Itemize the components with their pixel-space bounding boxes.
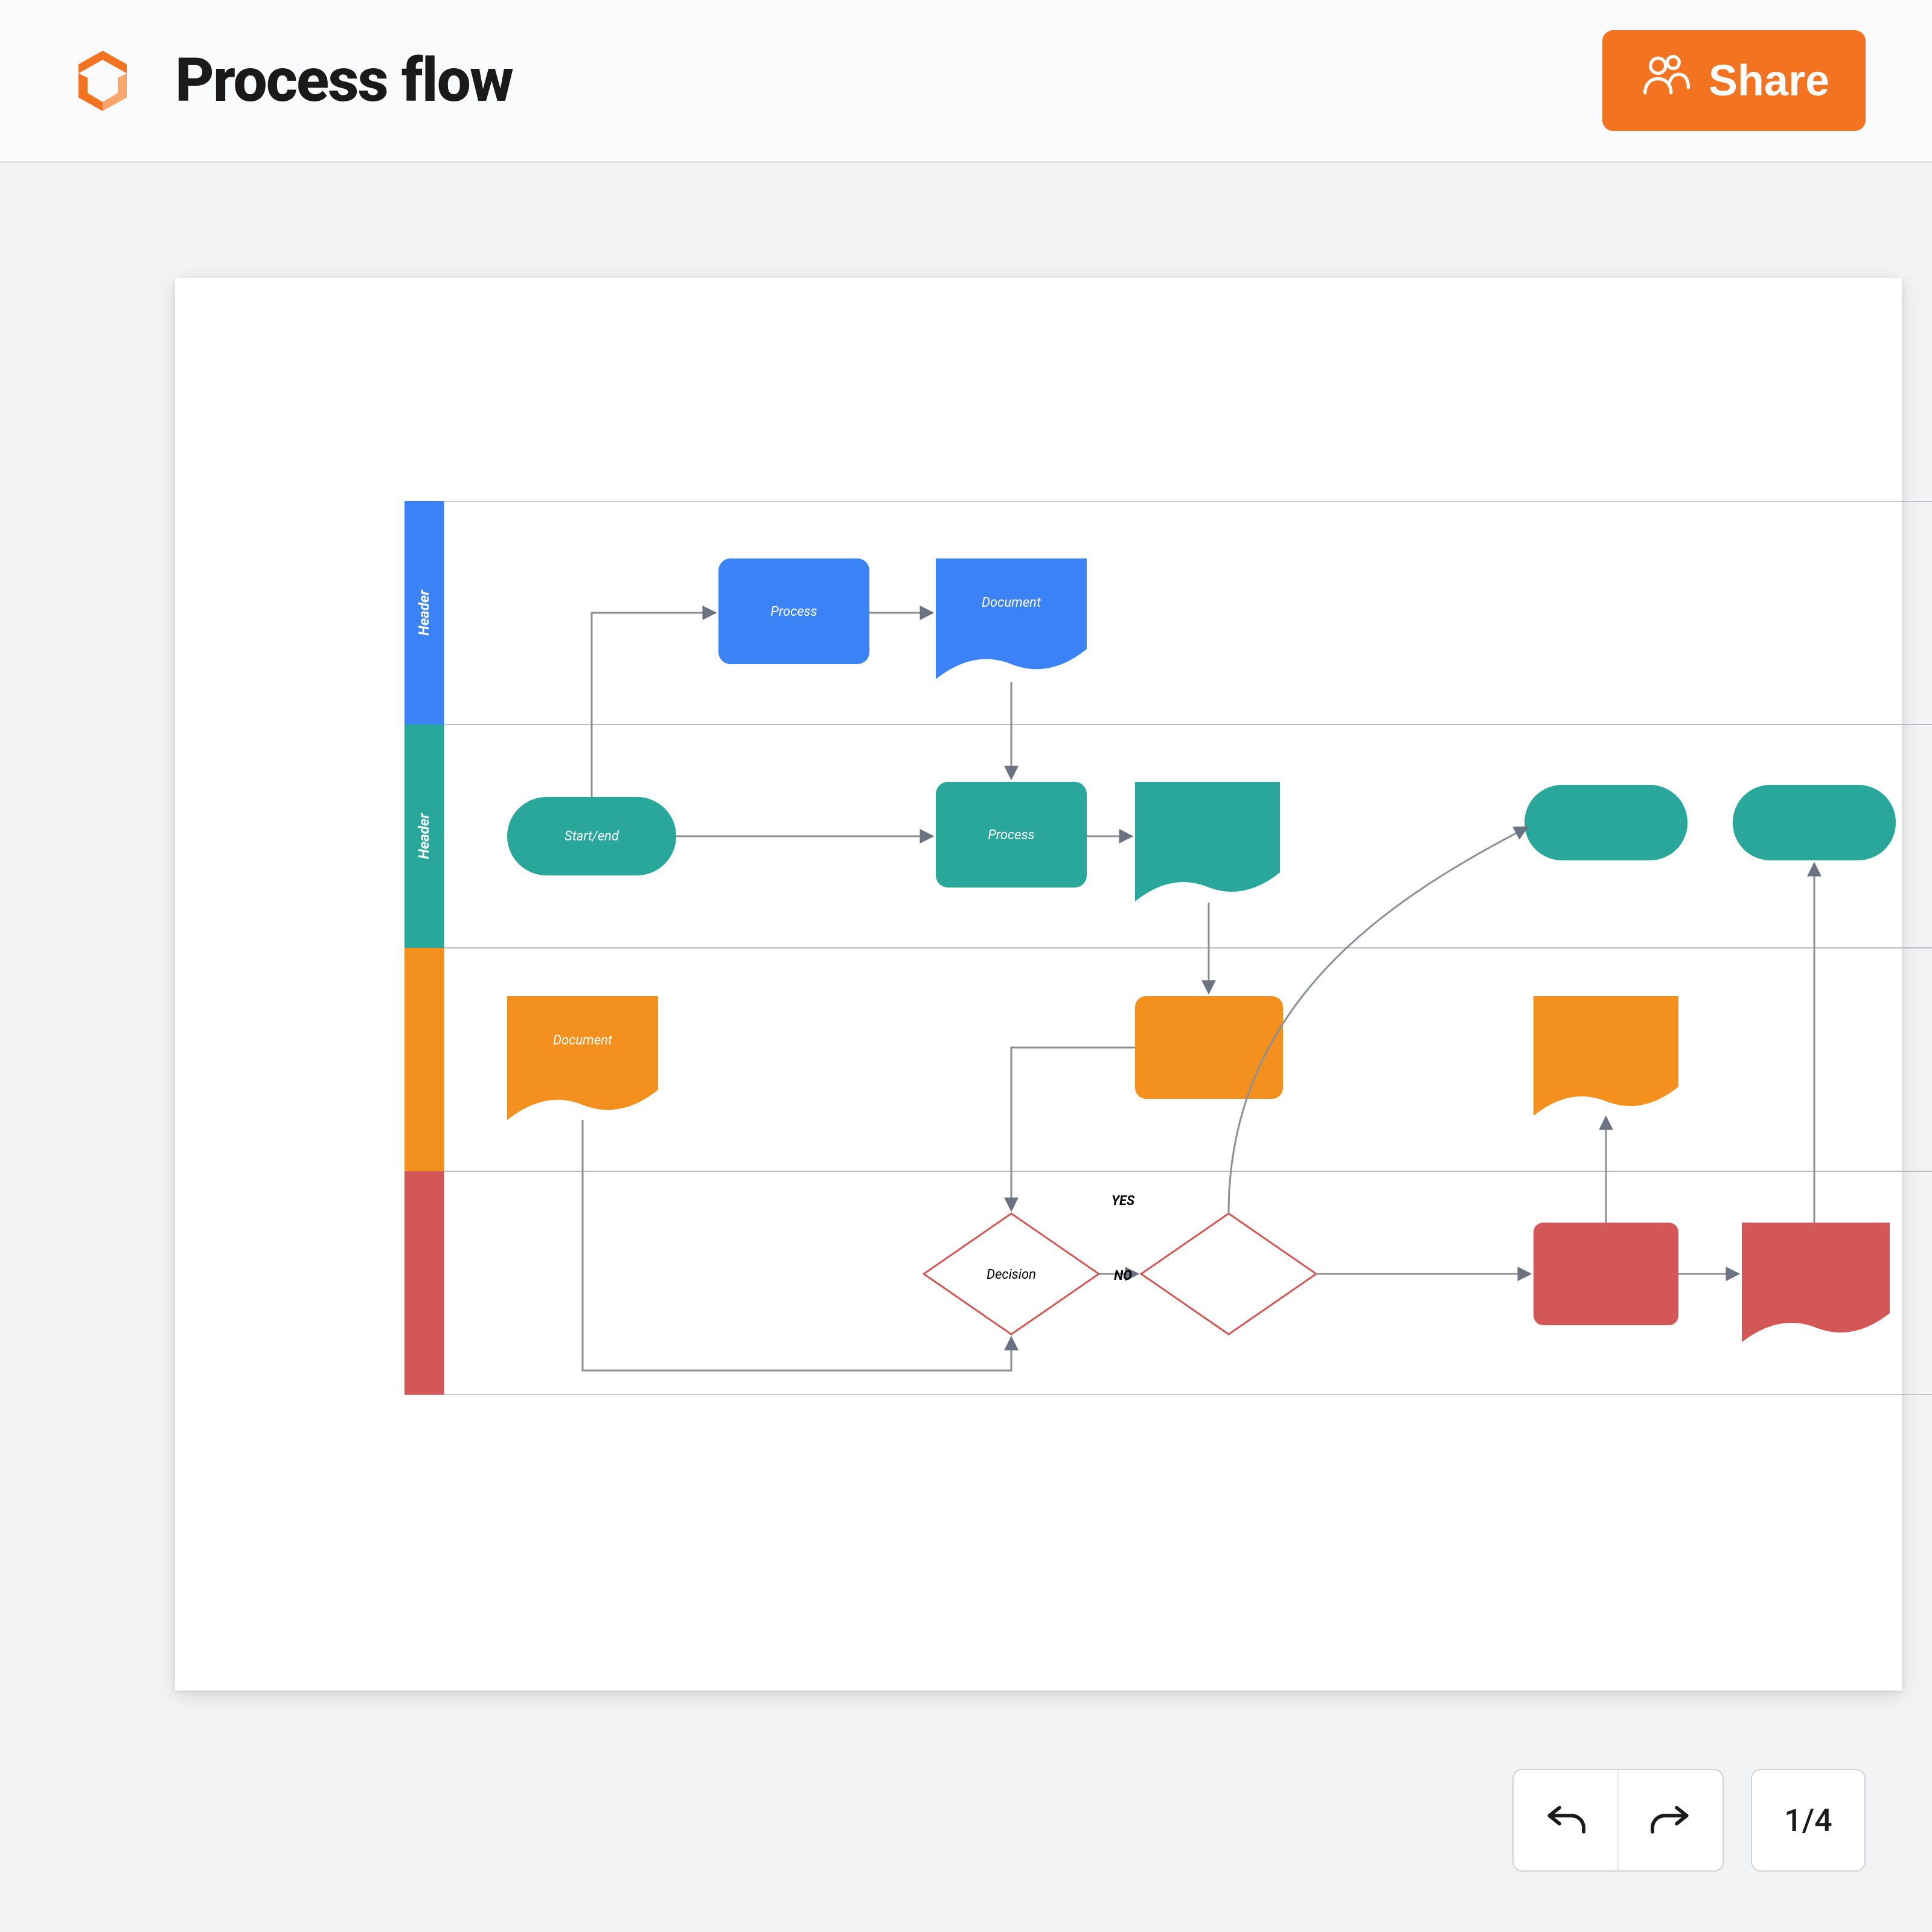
page-title: Process flow <box>175 45 513 116</box>
node-decision-2[interactable] <box>1141 1214 1316 1334</box>
edge-label-no: NO <box>1114 1268 1132 1284</box>
node-process-blue[interactable]: Process <box>718 558 869 664</box>
canvas-stage: Header Header Process Document Start/end <box>0 163 1932 1932</box>
app-logo-icon <box>66 45 139 117</box>
redo-button[interactable] <box>1619 1770 1722 1870</box>
node-document-red[interactable] <box>1742 1223 1890 1342</box>
node-document-orange-2[interactable] <box>1534 996 1678 1116</box>
lane-label-1: Header <box>415 589 432 636</box>
node-document-blue[interactable]: Document <box>936 558 1087 679</box>
page-indicator[interactable]: 1/4 <box>1751 1769 1866 1872</box>
lane-label-2: Header <box>415 813 432 859</box>
page-card[interactable]: Header Header Process Document Start/end <box>175 278 1902 1690</box>
flow-diagram[interactable]: Header Header Process Document Start/end <box>405 501 1932 1395</box>
node-start-end[interactable]: Start/end <box>507 797 676 875</box>
node-decision-1[interactable]: Decision <box>924 1214 1099 1334</box>
node-terminator-teal-2[interactable] <box>1733 785 1896 860</box>
edge-label-yes: YES <box>1112 1194 1135 1209</box>
svg-text:Decision: Decision <box>987 1267 1036 1282</box>
svg-text:Process: Process <box>988 828 1034 843</box>
redo-icon <box>1646 1796 1695 1846</box>
bottom-toolbar: 1/4 <box>1512 1769 1866 1872</box>
app-header: Process flow Share <box>0 0 1932 163</box>
svg-text:Start/end: Start/end <box>565 829 619 844</box>
node-terminator-teal-1[interactable] <box>1524 785 1687 860</box>
svg-text:Document: Document <box>553 1033 613 1048</box>
node-process-orange[interactable] <box>1135 996 1283 1099</box>
svg-text:Document: Document <box>982 595 1041 610</box>
node-document-orange-1[interactable]: Document <box>507 996 658 1120</box>
svg-text:Process: Process <box>770 604 817 619</box>
share-button-label: Share <box>1709 56 1829 106</box>
node-process-teal[interactable]: Process <box>936 782 1087 888</box>
header-left: Process flow <box>66 45 513 117</box>
node-process-red[interactable] <box>1534 1223 1678 1325</box>
undo-button[interactable] <box>1514 1770 1619 1870</box>
undo-redo-group <box>1512 1769 1724 1872</box>
share-button[interactable]: Share <box>1602 30 1866 131</box>
undo-icon <box>1541 1796 1590 1846</box>
people-icon <box>1639 50 1690 112</box>
node-document-teal[interactable] <box>1135 782 1280 901</box>
